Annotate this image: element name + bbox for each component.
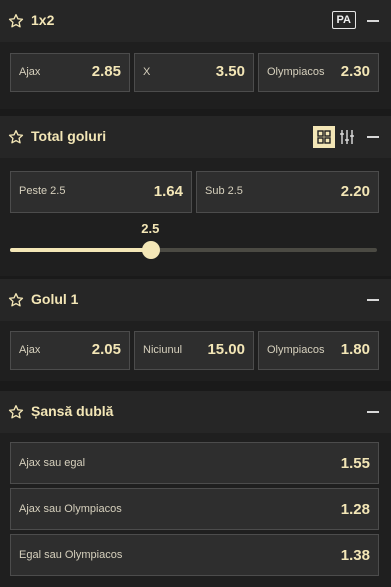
market-title: Șansă dublă [31,403,114,419]
outcome-odds: 1.55 [340,455,370,472]
grid-icon [317,130,331,144]
outcome-label: Ajax [19,344,41,356]
pa-badge[interactable]: PA [331,11,356,29]
odds-button[interactable]: Sub 2.5 2.20 [196,171,379,213]
grid-view-button[interactable] [313,126,335,148]
outcome-odds: 15.00 [207,341,245,358]
market-total-goals: Total goluri Peste 2.5 1.64 Sub 2.5 2.20 [0,116,391,276]
star-icon[interactable] [8,292,24,308]
odds-button[interactable]: Egal sau Olympiacos 1.38 [10,534,379,576]
star-icon[interactable] [8,13,24,29]
outcome-odds: 1.38 [340,547,370,564]
goals-slider-fill [10,248,152,252]
outcome-label: Ajax sau egal [19,457,86,469]
outcome-label: X [143,66,151,78]
outcome-label: Peste 2.5 [19,185,66,197]
market-double-chance: Șansă dublă Ajax sau egal 1.55 Ajax sau … [0,391,391,587]
market-title: Total goluri [31,128,107,144]
market-header[interactable]: Șansă dublă [0,391,391,433]
market-1x2: 1x2 PA Ajax 2.85 X 3.50 Olympiacos 2.30 [0,0,391,109]
market-header[interactable]: Golul 1 [0,279,391,321]
sliders-icon [340,130,354,144]
outcome-label: Olympiacos [267,66,325,78]
outcome-label: Olympiacos [267,344,325,356]
outcome-odds: 2.30 [340,63,370,80]
odds-button[interactable]: Niciunul 15.00 [134,331,254,370]
outcome-odds: 2.85 [91,63,121,80]
odds-button[interactable]: Ajax sau Olympiacos 1.28 [10,488,379,530]
odds-button[interactable]: Ajax sau egal 1.55 [10,442,379,484]
outcome-label: Ajax [19,66,41,78]
outcome-odds: 1.28 [340,501,370,518]
outcome-label: Ajax sau Olympiacos [19,503,122,515]
outcome-odds: 1.80 [340,341,370,358]
market-first-goal: Golul 1 Ajax 2.05 Niciunul 15.00 Olympia… [0,279,391,381]
odds-button[interactable]: X 3.50 [134,53,254,92]
odds-button[interactable]: Ajax 2.85 [10,53,130,92]
slider-view-button[interactable] [336,126,358,148]
collapse-icon[interactable] [367,136,379,138]
collapse-icon[interactable] [367,411,379,413]
collapse-icon[interactable] [367,20,379,22]
outcome-odds: 2.05 [91,341,121,358]
outcome-label: Egal sau Olympiacos [19,549,123,561]
odds-button[interactable]: Olympiacos 1.80 [258,331,379,370]
collapse-icon[interactable] [367,299,379,301]
outcome-odds: 3.50 [215,63,245,80]
market-title: Golul 1 [31,291,79,307]
odds-button[interactable]: Ajax 2.05 [10,331,130,370]
goals-slider-value: 2.5 [141,221,160,236]
star-icon[interactable] [8,404,24,420]
outcome-odds: 2.20 [340,183,370,200]
outcome-label: Niciunul [143,344,183,356]
odds-button[interactable]: Peste 2.5 1.64 [10,171,192,213]
outcome-label: Sub 2.5 [205,185,243,197]
star-icon[interactable] [8,129,24,145]
outcome-odds: 1.64 [153,183,183,200]
market-header[interactable]: 1x2 PA [0,0,391,42]
odds-button[interactable]: Olympiacos 2.30 [258,53,379,92]
market-title: 1x2 [31,12,55,28]
market-header[interactable]: Total goluri [0,116,391,158]
